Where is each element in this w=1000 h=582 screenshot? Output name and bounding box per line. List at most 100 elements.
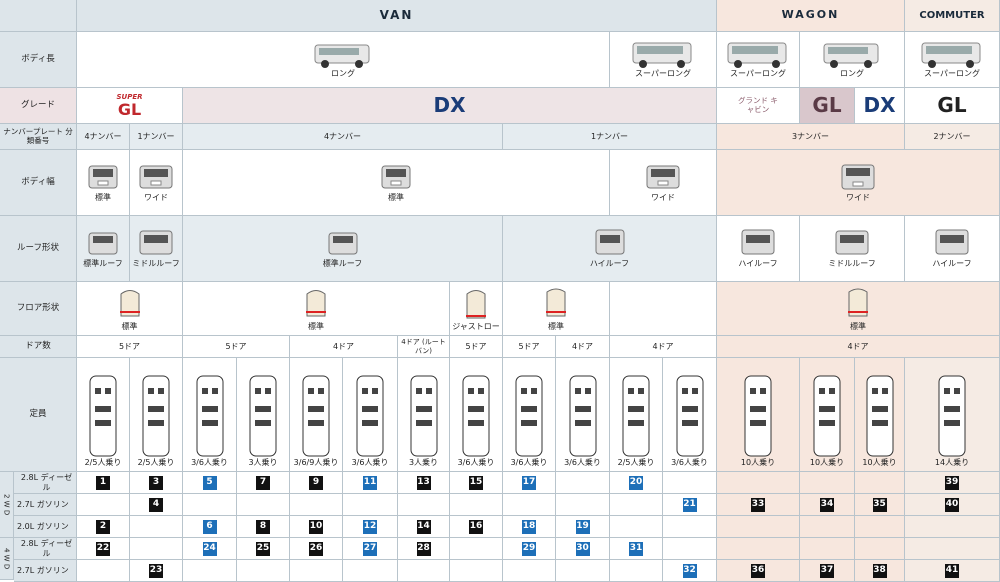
plate-text: 3ナンバー <box>791 131 830 141</box>
model-number-badge[interactable]: 31 <box>629 541 643 556</box>
engine-label: 2.7L ガソリン <box>14 560 77 582</box>
model-number-badge[interactable]: 28 <box>416 541 431 556</box>
model-number-badge[interactable]: 39 <box>945 475 959 490</box>
model-cell <box>905 516 1000 538</box>
engine-label: 2.7L ガソリン <box>14 494 77 516</box>
model-cell: 19 <box>556 516 610 538</box>
model-cell: 35 <box>855 494 905 516</box>
model-number-badge[interactable]: 12 <box>363 519 377 534</box>
model-number-badge[interactable]: 27 <box>363 541 377 556</box>
plate-cell: 4ナンバー <box>77 124 130 150</box>
capacity-text: 3人乗り <box>408 457 439 467</box>
model-number-badge[interactable]: 11 <box>363 475 377 490</box>
model-cell <box>556 494 610 516</box>
model-number-badge[interactable]: 26 <box>309 541 323 556</box>
model-cell <box>556 560 610 582</box>
model-cell: 4 <box>130 494 183 516</box>
model-number-badge[interactable]: 23 <box>149 563 163 578</box>
van-rear-icon <box>88 165 118 189</box>
model-cell <box>290 560 343 582</box>
floor-text: 標準 <box>121 321 138 331</box>
model-number-badge[interactable]: 24 <box>202 541 217 556</box>
model-number-badge[interactable]: 34 <box>820 497 834 512</box>
model-number-badge[interactable]: 10 <box>309 519 323 534</box>
label-text: ボディ長 <box>21 53 55 64</box>
model-number-badge[interactable]: 18 <box>522 519 536 534</box>
model-cell: 21 <box>663 494 717 516</box>
model-number-badge[interactable]: 14 <box>416 519 431 534</box>
roof-text: ハイルーフ <box>738 258 778 268</box>
model-number-badge[interactable]: 21 <box>682 497 697 512</box>
model-cell: 6 <box>183 516 237 538</box>
model-number-badge[interactable]: 8 <box>256 519 270 534</box>
model-cell: 3 <box>130 472 183 494</box>
row-label-grade: グレード <box>0 88 77 124</box>
seat-layout-icon <box>938 375 966 457</box>
model-cell: 33 <box>717 494 800 516</box>
body-label: スーパーロング <box>730 68 786 78</box>
model-number-badge[interactable]: 38 <box>872 563 887 578</box>
plate-cell: 1ナンバー <box>503 124 717 150</box>
model-number-badge[interactable]: 13 <box>416 475 431 490</box>
wagon-title: WAGON <box>781 8 840 22</box>
row-label-plate: ナンバープレート 分類番号 <box>0 124 77 150</box>
model-cell <box>800 516 855 538</box>
model-number-badge[interactable]: 33 <box>751 497 765 512</box>
van-header: VAN <box>77 0 717 32</box>
model-number-badge[interactable]: 9 <box>309 475 323 490</box>
model-number-badge[interactable]: 20 <box>629 475 643 490</box>
model-number-badge[interactable]: 16 <box>469 519 483 534</box>
roof-cell: ミドルルーフ <box>130 216 183 282</box>
van-rear-icon <box>646 165 680 189</box>
model-cell: 15 <box>450 472 503 494</box>
model-number-badge[interactable]: 35 <box>872 497 887 512</box>
model-number-badge[interactable]: 36 <box>751 563 765 578</box>
wagon-header: WAGON <box>717 0 905 32</box>
model-number-badge[interactable]: 5 <box>202 475 217 490</box>
plate-text: 4ナンバー <box>84 131 122 141</box>
width-cell: ワイド <box>610 150 717 216</box>
drive-text: 2 W D <box>2 493 11 516</box>
floor-cell-empty <box>610 282 717 336</box>
model-cell: 40 <box>905 494 1000 516</box>
model-number-badge[interactable]: 6 <box>202 519 217 534</box>
body-superlong: スーパーロング <box>610 32 717 88</box>
door-cell: 5ドア <box>503 336 556 358</box>
model-number-badge[interactable]: 25 <box>256 541 270 556</box>
model-cell: 16 <box>450 516 503 538</box>
model-number-badge[interactable]: 17 <box>522 475 536 490</box>
model-cell: 18 <box>503 516 556 538</box>
model-number-badge[interactable]: 3 <box>149 475 163 490</box>
van-rear-icon <box>935 229 969 255</box>
seat-layout-icon <box>744 375 772 457</box>
capacity-cell: 10人乗り <box>800 358 855 472</box>
model-number-badge[interactable]: 32 <box>682 563 697 578</box>
model-number-badge[interactable]: 40 <box>945 497 959 512</box>
model-number-badge[interactable]: 1 <box>96 475 110 490</box>
model-number-badge[interactable]: 22 <box>96 541 110 556</box>
van-side-icon <box>823 43 879 68</box>
model-number-badge[interactable]: 4 <box>149 497 163 512</box>
roof-text: ミドルルーフ <box>132 258 180 268</box>
model-number-badge[interactable]: 15 <box>469 475 483 490</box>
roof-text: 標準ルーフ <box>322 258 363 268</box>
roof-cell: 標準ルーフ <box>77 216 130 282</box>
model-number-badge[interactable]: 7 <box>256 475 270 490</box>
model-cell <box>450 538 503 560</box>
model-number-badge[interactable]: 19 <box>575 519 590 534</box>
model-number-badge[interactable]: 37 <box>820 563 834 578</box>
engine-label: 2.8L ディーゼル <box>14 472 77 494</box>
model-number-badge[interactable]: 41 <box>945 563 959 578</box>
model-number-badge[interactable]: 2 <box>96 519 110 534</box>
label-text: 定員 <box>29 408 47 419</box>
model-number-badge[interactable]: 29 <box>522 541 536 556</box>
model-cell <box>905 538 1000 560</box>
model-number-badge[interactable]: 30 <box>575 541 590 556</box>
roof-text: 標準ルーフ <box>83 258 123 268</box>
model-cell: 30 <box>556 538 610 560</box>
model-cell <box>290 494 343 516</box>
width-cell: 標準 <box>183 150 610 216</box>
width-text: ワイド <box>846 192 870 202</box>
plate-cell: 1ナンバー <box>130 124 183 150</box>
model-cell <box>610 560 663 582</box>
